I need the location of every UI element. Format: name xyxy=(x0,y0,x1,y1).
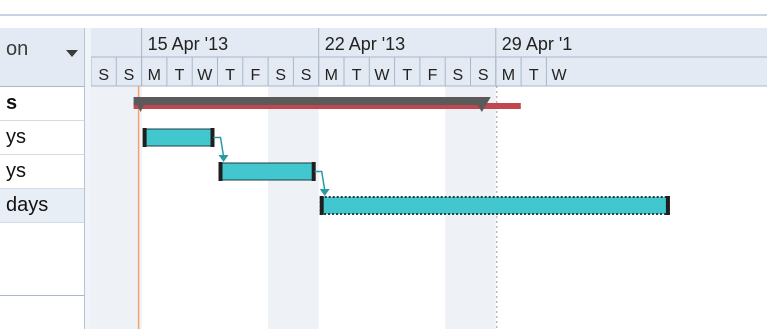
dependency-arrow xyxy=(319,189,330,196)
weekend-shading xyxy=(293,86,319,329)
table-row[interactable]: ys xyxy=(0,155,84,189)
day-label: S xyxy=(98,67,109,84)
summary-bar[interactable] xyxy=(133,97,487,105)
gantt-svg: 15 Apr '13 22 Apr '13 29 Apr '1S S M T W T F S S M T… xyxy=(90,28,767,329)
row-text: ys xyxy=(6,160,26,182)
task-table: on s ys ys days xyxy=(0,28,85,329)
day-label: M xyxy=(148,67,161,84)
day-label: W xyxy=(374,67,390,84)
task-1-bar[interactable] xyxy=(143,128,214,147)
gantt-chart: 15 Apr '13 22 Apr '13 29 Apr '1 S S M T W T F S S M T… xyxy=(90,28,767,329)
day-label: F xyxy=(428,67,438,84)
day-label: M xyxy=(325,67,338,84)
day-label: W xyxy=(197,67,213,84)
task-2-start-handle[interactable] xyxy=(218,162,223,181)
day-label: S xyxy=(478,67,489,84)
task-3-bar[interactable] xyxy=(319,196,670,215)
day-label: W xyxy=(551,67,567,84)
day-label: T xyxy=(352,67,362,84)
dependency-link xyxy=(213,136,225,157)
task-3-end-handle[interactable] xyxy=(665,196,670,215)
week-label: 15 Apr '13 xyxy=(148,34,229,54)
row-text: ys xyxy=(6,126,26,148)
weekend-shading xyxy=(91,86,117,329)
task-1-start-handle[interactable] xyxy=(142,128,147,147)
day-label: S xyxy=(453,67,464,84)
table-row[interactable]: ys xyxy=(0,121,84,155)
chevron-down-icon[interactable] xyxy=(66,50,78,57)
row-text: days xyxy=(6,194,49,216)
week-label: 29 Apr '1 xyxy=(502,34,573,54)
table-row-empty[interactable] xyxy=(0,223,84,296)
day-label: M xyxy=(502,67,515,84)
dependency-arrow xyxy=(218,155,229,162)
task-2-bar[interactable] xyxy=(219,162,316,181)
weekend-shading xyxy=(268,86,294,329)
column-header-task-name[interactable]: on xyxy=(0,28,84,87)
day-label: S xyxy=(124,67,135,84)
day-label: F xyxy=(251,67,261,84)
day-label: T xyxy=(529,67,539,84)
week-label: 22 Apr '13 xyxy=(325,34,406,54)
day-label: T xyxy=(402,67,412,84)
day-label: T xyxy=(175,67,185,84)
row-text: s xyxy=(6,92,18,114)
day-label: T xyxy=(225,67,235,84)
table-row-selected[interactable]: days xyxy=(0,189,84,223)
table-row-summary[interactable]: s xyxy=(0,87,84,121)
day-label: S xyxy=(275,67,286,84)
weekend-shading xyxy=(116,86,142,329)
top-border xyxy=(0,14,767,16)
task-3-start-handle[interactable] xyxy=(319,196,324,215)
day-label: S xyxy=(301,67,312,84)
column-header-label: on xyxy=(6,38,29,60)
